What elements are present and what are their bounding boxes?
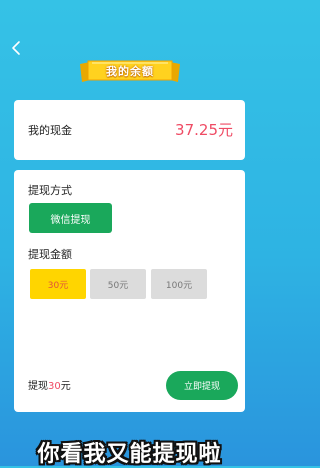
- summary-amount: 30: [48, 381, 61, 392]
- withdraw-amount-label: 提现金额: [28, 248, 72, 261]
- wechat-withdraw-button[interactable]: 微信提现: [29, 203, 112, 233]
- back-button[interactable]: [10, 39, 24, 57]
- balance-value: 37.25元: [175, 121, 233, 139]
- withdraw-card: 提现方式 微信提现 提现金额 30元 50元 100元 提现30元 立即提现: [14, 170, 245, 412]
- chevron-left-icon: [12, 41, 20, 55]
- withdraw-summary: 提现30元: [28, 377, 71, 392]
- withdraw-now-button[interactable]: 立即提现: [166, 371, 238, 400]
- page-title: 我的余额: [106, 65, 154, 78]
- summary-unit: 元: [60, 381, 71, 392]
- balance-card: 我的现金 37.25元: [14, 100, 245, 160]
- summary-prefix: 提现: [28, 381, 48, 392]
- balance-label: 我的现金: [28, 124, 72, 137]
- amount-option-50[interactable]: 50元: [90, 269, 146, 299]
- amount-option-30[interactable]: 30元: [30, 269, 86, 299]
- caption-text: 你看我又能提现啦: [37, 442, 222, 467]
- amount-option-100[interactable]: 100元: [151, 269, 207, 299]
- title-banner: 我的余额: [80, 58, 180, 86]
- withdraw-method-label: 提现方式: [28, 184, 72, 197]
